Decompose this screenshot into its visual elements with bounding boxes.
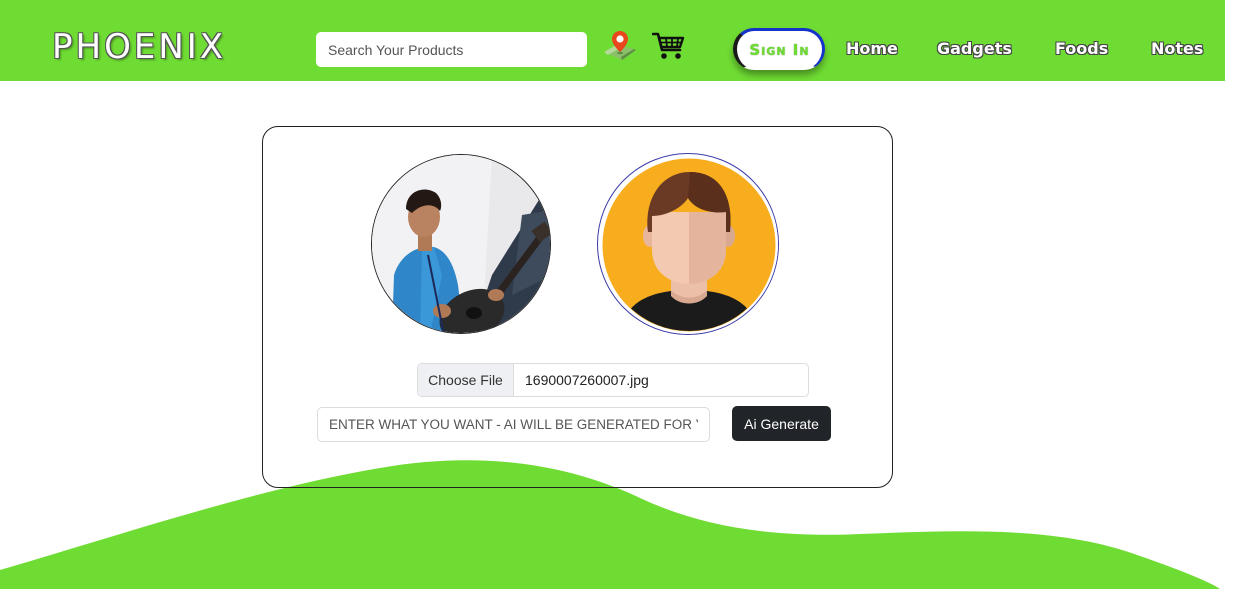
- selected-file-name: 1690007260007.jpg: [525, 372, 649, 388]
- ai-prompt-input[interactable]: [317, 407, 710, 442]
- default-avatar-icon: [599, 155, 778, 334]
- nav-home[interactable]: Home: [846, 38, 898, 60]
- user-photo-image: [372, 155, 550, 333]
- location-pin-icon[interactable]: [602, 28, 638, 64]
- choose-file-button[interactable]: Choose File: [418, 364, 514, 396]
- profile-card: Choose File 1690007260007.jpg Ai Generat…: [262, 126, 893, 488]
- shopping-cart-icon[interactable]: [652, 31, 686, 61]
- top-navbar: PHOENIX Sign in Home Gadgets Foods Notes: [0, 0, 1225, 81]
- sign-in-button[interactable]: Sign in: [733, 28, 825, 70]
- sign-in-label: Sign in: [749, 41, 810, 59]
- uploaded-photo: [371, 154, 551, 334]
- nav-gadgets[interactable]: Gadgets: [937, 38, 1012, 60]
- page: PHOENIX Sign in Home Gadgets Foods Notes: [0, 0, 1234, 589]
- brand-logo[interactable]: PHOENIX: [52, 27, 226, 67]
- ai-generate-button[interactable]: Ai Generate: [732, 406, 831, 441]
- generated-avatar: [597, 153, 779, 335]
- nav-notes[interactable]: Notes: [1151, 38, 1203, 60]
- search-input[interactable]: [316, 32, 587, 67]
- nav-foods[interactable]: Foods: [1055, 38, 1108, 60]
- file-upload-field[interactable]: Choose File 1690007260007.jpg: [417, 363, 809, 397]
